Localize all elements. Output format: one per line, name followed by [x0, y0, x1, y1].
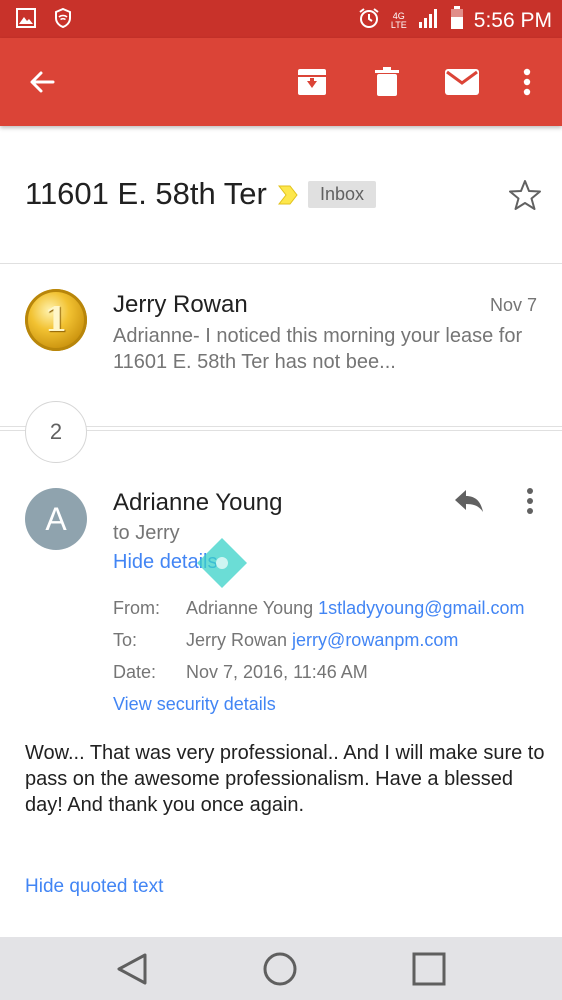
more-vert-icon[interactable] [505, 60, 549, 104]
signal-icon [418, 7, 440, 34]
thread-subject: 11601 E. 58th Ter [25, 176, 267, 211]
alarm-icon [358, 7, 380, 34]
date-value: Nov 7, 2016, 11:46 AM [186, 662, 368, 682]
avatar: 1 [25, 289, 87, 351]
to-name: Jerry Rowan [186, 630, 288, 650]
subject-row: 11601 E. 58th Ter Inbox [0, 160, 562, 232]
system-nav-bar [0, 937, 562, 1000]
from-name: Adrianne Young [186, 598, 314, 618]
to-label: To: [113, 630, 138, 650]
hide-quoted-text-link[interactable]: Hide quoted text [25, 876, 163, 898]
sender-name: Adrianne Young [113, 489, 283, 516]
network-type: 4G LTE [390, 10, 407, 30]
touch-indicator-icon [196, 537, 248, 589]
star-icon[interactable] [506, 176, 544, 214]
home-icon[interactable] [256, 947, 304, 991]
inbox-label-chip[interactable]: Inbox [308, 181, 377, 208]
delete-icon[interactable] [365, 60, 409, 104]
status-bar: 4G LTE 5:56 PM [0, 0, 562, 38]
sender-name: Jerry Rowan [113, 291, 248, 318]
collapsed-messages-count[interactable]: 2 [25, 401, 87, 463]
shield-icon [54, 7, 72, 33]
battery-icon [450, 6, 464, 35]
recents-icon[interactable] [405, 947, 453, 991]
view-security-details-link[interactable]: View security details [113, 694, 276, 715]
important-marker-icon[interactable] [277, 184, 299, 211]
from-email-link[interactable]: 1stladyyoung@gmail.com [318, 598, 524, 618]
reply-icon[interactable] [448, 482, 490, 520]
to-email-link[interactable]: jerry@rowanpm.com [292, 630, 458, 650]
archive-icon[interactable] [290, 60, 334, 104]
status-time: 5:56 PM [473, 8, 552, 32]
avatar: A [25, 488, 87, 550]
app-bar [0, 38, 562, 126]
message-body: Wow... That was very professional.. And … [25, 742, 545, 816]
message-date: Nov 7 [489, 295, 537, 315]
back-arrow-icon[interactable] [20, 60, 64, 104]
back-icon[interactable] [108, 947, 156, 991]
mail-icon[interactable] [440, 60, 484, 104]
image-icon [16, 8, 36, 33]
more-vert-icon[interactable] [514, 482, 546, 520]
message-snippet: Adrianne- I noticed this morning your le… [113, 325, 523, 373]
date-label: Date: [113, 662, 157, 682]
recipient-line: to Jerry [113, 522, 180, 544]
collapsed-message[interactable]: 1 Jerry Rowan Nov 7 Adrianne- I noticed … [0, 264, 562, 384]
from-label: From: [113, 598, 160, 618]
